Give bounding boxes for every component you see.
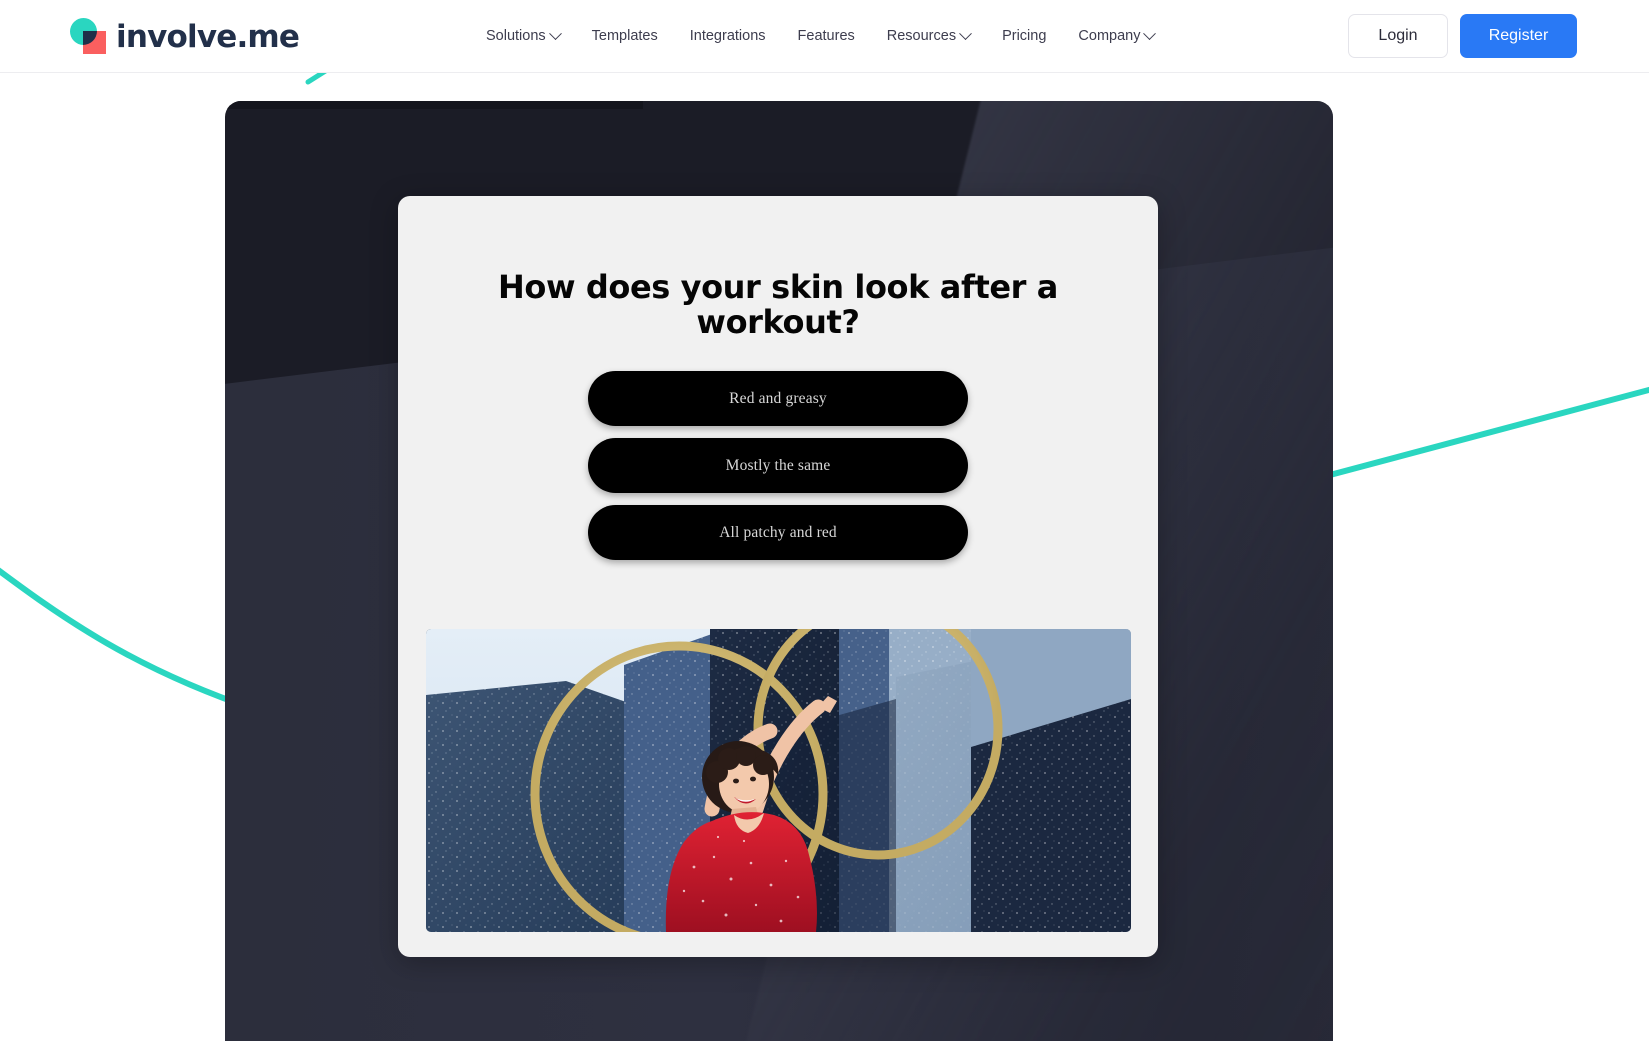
teal-line-right-decoration xyxy=(1330,386,1649,478)
nav-label-resources: Resources xyxy=(886,28,957,44)
header-actions: Login Register xyxy=(1348,14,1577,58)
nav-label-solutions: Solutions xyxy=(486,28,546,44)
chevron-down-icon xyxy=(1143,26,1157,40)
logo-text: involve.me xyxy=(116,18,300,55)
nav-item-pricing[interactable]: Pricing xyxy=(986,25,1062,47)
chevron-down-icon xyxy=(959,26,972,40)
nav-item-features[interactable]: Features xyxy=(782,25,871,47)
login-button[interactable]: Login xyxy=(1348,14,1448,58)
nav-label-templates: Templates xyxy=(591,28,658,44)
site-header: involve.me Solutions Templates Integrati… xyxy=(0,0,1649,73)
nav-label-features: Features xyxy=(797,28,855,44)
nav-label-pricing: Pricing xyxy=(1002,28,1047,44)
quiz-answer-option-1[interactable]: Red and greasy xyxy=(588,371,968,427)
nav-item-resources[interactable]: Resources xyxy=(871,25,986,47)
nav-item-templates[interactable]: Templates xyxy=(576,25,674,47)
register-button[interactable]: Register xyxy=(1460,14,1577,58)
nav-label-company: Company xyxy=(1078,28,1141,44)
chevron-down-icon xyxy=(548,26,562,40)
primary-navigation: Solutions Templates Integrations Feature… xyxy=(470,25,1170,47)
quiz-answer-option-3[interactable]: All patchy and red xyxy=(588,505,968,561)
nav-item-integrations[interactable]: Integrations xyxy=(674,25,782,47)
quiz-answer-list: Red and greasy Mostly the same All patch… xyxy=(398,371,1158,561)
quiz-illustration-image xyxy=(426,629,1131,932)
nav-label-integrations: Integrations xyxy=(689,28,766,44)
logo[interactable]: involve.me xyxy=(70,18,300,55)
quiz-question-title: How does your skin look after a workout? xyxy=(497,268,1058,341)
involveme-logo-icon xyxy=(70,18,107,55)
page-root: involve.me Solutions Templates Integrati… xyxy=(0,0,1649,1041)
nav-item-company[interactable]: Company xyxy=(1062,25,1170,47)
nav-item-solutions[interactable]: Solutions xyxy=(470,25,576,47)
quiz-answer-option-2[interactable]: Mostly the same xyxy=(588,438,968,494)
device-mockup-topbar xyxy=(225,101,643,109)
quiz-card: How does your skin look after a workout?… xyxy=(398,196,1158,957)
